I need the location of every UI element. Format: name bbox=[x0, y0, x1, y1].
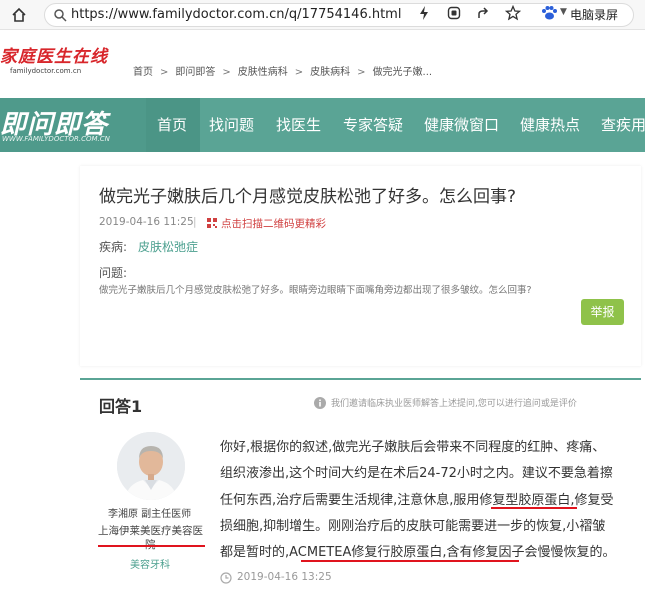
meta-divider: | bbox=[193, 216, 197, 228]
nav-item-find-question[interactable]: 找问题 bbox=[209, 98, 254, 152]
nav-brand[interactable]: 即问即答 WWW.FAMILYDOCTOR.COM.CN bbox=[0, 98, 146, 152]
doctor-name[interactable]: 李湘原 副主任医师 bbox=[108, 505, 191, 520]
breadcrumb-current: 做完光子嫩... bbox=[372, 67, 433, 78]
qr-scan-link[interactable]: 点击扫描二维码更精彩 bbox=[221, 216, 326, 231]
question-label: 问题: bbox=[99, 266, 128, 280]
disease-label: 疾病: bbox=[99, 240, 128, 254]
doctor-hospital: 上海伊莱美医疗美容医 bbox=[98, 525, 203, 537]
annotation-underline bbox=[491, 507, 577, 509]
logo-subtext: familydoctor.com.cn bbox=[10, 67, 82, 75]
doctor-avatar[interactable] bbox=[117, 432, 185, 500]
answer-text-line: 你好,根据你的叙述,做完光子嫩肤后会带来不同程度的红肿、疼痛、 bbox=[220, 440, 606, 455]
shield-icon[interactable] bbox=[446, 5, 462, 21]
breadcrumb: 首页 > 即问即答 > 皮肤性病科 > 皮肤病科 > 做完光子嫩... bbox=[133, 67, 433, 78]
question-body: 做完光子嫩肤后几个月感觉皮肤松弛了好多。眼睛旁边眼睛下面嘴角旁边都出现了很多皱纹… bbox=[99, 285, 532, 296]
question-title: 做完光子嫩肤后几个月感觉皮肤松弛了好多。怎么回事? bbox=[99, 187, 517, 207]
nav-item-health-hot[interactable]: 健康热点 bbox=[520, 98, 580, 152]
nav-brand-subtext: WWW.FAMILYDOCTOR.COM.CN bbox=[2, 135, 110, 143]
profile-label[interactable]: 电脑录屏 bbox=[570, 6, 618, 23]
disease-link[interactable]: 皮肤松弛症 bbox=[138, 238, 198, 255]
nav-item-disease-lookup[interactable]: 查疾用 bbox=[601, 98, 645, 152]
report-button[interactable]: 举报 bbox=[581, 299, 624, 325]
breadcrumb-item[interactable]: 即问即答 bbox=[175, 67, 215, 78]
answer-time: 2019-04-16 13:25 bbox=[237, 571, 332, 583]
breadcrumb-item[interactable]: 皮肤性病科 bbox=[238, 67, 288, 78]
nav-item-expert-qa[interactable]: 专家答疑 bbox=[343, 98, 403, 152]
answer-text-line: 任何东西,治疗后需要生活规律,注意休息,服用修复型胶原蛋白,修复受 bbox=[220, 493, 614, 508]
doctor-portrait-icon bbox=[117, 432, 185, 500]
answer-text-line: 都是暂时的,ACMETEA修复行胶原蛋白,含有修复因子会慢慢恢复的。 bbox=[220, 545, 616, 560]
baidu-paw-icon[interactable] bbox=[540, 5, 558, 21]
breadcrumb-item[interactable]: 皮肤病科 bbox=[310, 67, 350, 78]
nav-item-find-doctor[interactable]: 找医生 bbox=[276, 98, 321, 152]
question-date: 2019-04-16 11:25 bbox=[99, 216, 194, 228]
site-logo[interactable]: 家庭医生在线 familydoctor.com.cn bbox=[0, 42, 130, 82]
answer-note: 我们邀请临床执业医师解答上述提问,您可以进行追问或是评价 bbox=[331, 399, 577, 409]
url-text: https://www.familydoctor.com.cn/q/177541… bbox=[71, 7, 402, 22]
annotation-underline bbox=[301, 560, 519, 562]
home-icon[interactable] bbox=[10, 6, 28, 24]
star-icon[interactable] bbox=[505, 5, 521, 21]
annotation-underline bbox=[98, 545, 205, 547]
info-icon bbox=[314, 397, 326, 409]
clock-icon bbox=[220, 572, 232, 584]
lightning-icon[interactable] bbox=[416, 5, 432, 21]
qr-code-icon[interactable] bbox=[207, 218, 217, 228]
logo-text: 家庭医生在线 bbox=[0, 47, 108, 67]
browser-toolbar: https://www.familydoctor.com.cn/q/177541… bbox=[0, 0, 645, 30]
answer-text-line: 损细胞,抑制增生。刚刚治疗后的皮肤可能需要进一步的恢复,小褶皱 bbox=[220, 519, 606, 534]
nav-item-health-window[interactable]: 健康微窗口 bbox=[424, 98, 499, 152]
answer-text-line: 组织液渗出,这个时间大约是在术后24-72小时之内。建议不要急着擦 bbox=[220, 466, 613, 481]
share-icon[interactable] bbox=[476, 5, 492, 21]
doctor-department: 美容牙科 bbox=[130, 560, 170, 571]
answer-title: 回答1 bbox=[99, 397, 143, 416]
search-icon bbox=[54, 9, 67, 22]
breadcrumb-item[interactable]: 首页 bbox=[133, 67, 153, 78]
nav-item-home[interactable]: 首页 bbox=[146, 98, 200, 152]
chevron-down-icon[interactable]: ▼ bbox=[560, 7, 567, 17]
